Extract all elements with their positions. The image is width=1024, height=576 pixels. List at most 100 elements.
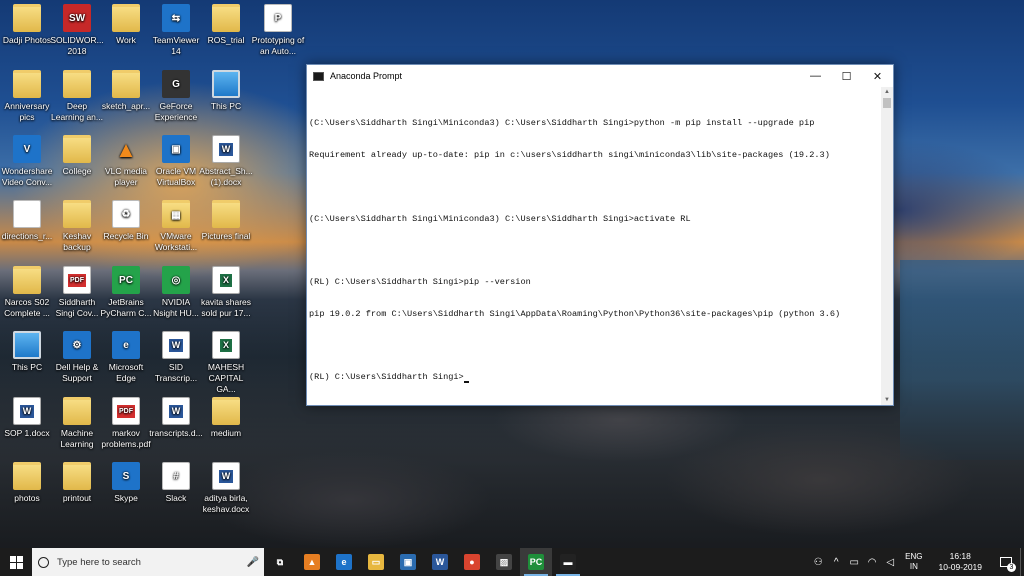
desktop-icon[interactable]: ▣ Oracle VM VirtualBox [149, 135, 203, 188]
desktop-icon[interactable]: W SID Transcrip... [149, 331, 203, 384]
desktop-icon-label: medium [210, 428, 242, 438]
volume-icon[interactable]: ◁ [881, 557, 899, 568]
people-icon[interactable]: ⚇ [809, 557, 827, 568]
minimize-button[interactable]: — [800, 65, 831, 87]
console-line: pip 19.0.2 from C:\Users\Siddharth Singi… [309, 308, 841, 319]
desktop-icon[interactable]: Machine Learning [50, 397, 104, 450]
desktop-icon[interactable]: printout [50, 462, 104, 504]
desktop-icon[interactable]: Wtranscripts.d... [149, 397, 203, 439]
desktop-icon[interactable]: ▲ VLC media player [99, 135, 153, 188]
folder-icon [13, 70, 41, 98]
taskbar-app-button[interactable]: ▨ [488, 548, 520, 576]
desktop-icon[interactable]: Anniversary pics [0, 70, 54, 123]
desktop-icon[interactable]: W Abstract_Sh... (1).docx [199, 135, 253, 188]
battery-icon[interactable]: ▭ [845, 557, 863, 568]
desktop-icon[interactable]: P Prototyping of an Auto... [251, 4, 305, 57]
show-desktop-button[interactable] [1020, 548, 1024, 576]
vlc-icon: ▲ [115, 136, 137, 162]
anaconda-prompt-window[interactable]: Anaconda Prompt — ☐ ✕ (C:\Users\Siddhart… [306, 64, 894, 406]
desktop-icon[interactable]: X MAHESH CAPITAL GA... [199, 331, 253, 395]
scroll-up-arrow-icon[interactable]: ▲ [881, 87, 893, 97]
desktop-icon[interactable]: W SOP 1.docx [0, 397, 54, 439]
task-view-icon: ⧉ [272, 554, 288, 570]
scrollbar-thumb[interactable] [883, 98, 891, 108]
desktop-icon[interactable]: Waditya birla, keshav.docx [199, 462, 253, 515]
desktop-icon[interactable]: Pictures final [199, 200, 253, 242]
action-center-button[interactable]: 3 [992, 548, 1020, 576]
start-button[interactable] [0, 548, 32, 576]
desktop-icon[interactable]: # Slack [149, 462, 203, 504]
desktop-icon[interactable]: ROS_trial [199, 4, 253, 46]
desktop-icon-label: Anniversary pics [4, 101, 50, 122]
taskbar-app-button[interactable]: ⧉ [264, 548, 296, 576]
desktop-icon[interactable]: Deep Learning an... [50, 70, 104, 123]
desktop-icon[interactable]: sketch_apr... [99, 70, 153, 112]
console-output[interactable]: (C:\Users\Siddharth Singi\Miniconda3) C:… [307, 87, 881, 405]
desktop-icon[interactable]: ▦ VMware Workstati... [149, 200, 203, 253]
vmware-icon: ▦ [162, 200, 190, 228]
desktop-icon[interactable]: G GeForce Experience [149, 70, 203, 123]
desktop-icon-label: Keshav backup [62, 231, 92, 252]
folder-icon [63, 200, 91, 228]
desktop-icon[interactable]: Dadji Photos [0, 4, 54, 46]
desktop-icon[interactable]: Work [99, 4, 153, 46]
this-pc-icon [13, 331, 41, 359]
desktop-icon[interactable]: PDF markov problems.pdf [99, 397, 153, 450]
taskbar-search-box[interactable]: Type here to search 🎤 [32, 548, 264, 576]
desktop-icon[interactable]: medium [199, 397, 253, 439]
taskbar: Type here to search 🎤 ⧉ ▲ e ▭ ▣ W ● ▨ PC ▬ ⚇ ^ ▭ … [0, 548, 1024, 576]
folder-icon [13, 266, 41, 294]
desktop-icon[interactable]: V Wondershare Video Conv... [0, 135, 54, 188]
desktop-icon-label: TeamViewer 14 [152, 35, 200, 56]
maximize-button[interactable]: ☐ [831, 65, 862, 87]
desktop-icon[interactable]: S Skype [99, 462, 153, 504]
desktop-icon[interactable]: Keshav backup [50, 200, 104, 253]
desktop-icon[interactable]: Xkavita shares sold pur 17... [199, 266, 253, 319]
language-indicator[interactable]: ENG IN [905, 552, 922, 572]
vertical-scrollbar[interactable]: ▲ ▼ [881, 87, 893, 405]
slack-icon: # [162, 462, 190, 490]
taskbar-app-button[interactable]: e [328, 548, 360, 576]
window-titlebar[interactable]: Anaconda Prompt — ☐ ✕ [307, 65, 893, 87]
folder-icon [112, 70, 140, 98]
word-doc-icon: W [162, 397, 190, 425]
microphone-icon[interactable]: 🎤 [246, 557, 260, 568]
console-prompt-line[interactable]: (RL) C:\Users\Siddharth Singi> [309, 372, 881, 384]
wifi-icon[interactable]: ◠ [863, 557, 881, 568]
desktop-icon[interactable]: directions_r... [0, 200, 54, 242]
photos-icon: ▨ [496, 554, 512, 570]
desktop-icon[interactable]: Narcos S02 Complete ... [0, 266, 54, 319]
taskbar-app-list: ⧉ ▲ e ▭ ▣ W ● ▨ PC ▬ [264, 548, 584, 576]
clock[interactable]: 16:18 10-09-2019 [939, 551, 982, 573]
taskbar-app-button[interactable]: W [424, 548, 456, 576]
vlc-icon: ▲ [304, 554, 320, 570]
taskbar-app-button[interactable]: ▭ [360, 548, 392, 576]
search-icon [38, 556, 49, 568]
desktop-icon[interactable]: ⇆ TeamViewer 14 [149, 4, 203, 57]
taskbar-app-button[interactable]: ▬ [552, 548, 584, 576]
desktop-icon[interactable]: e Microsoft Edge [99, 331, 153, 384]
chevron-up-icon[interactable]: ^ [827, 557, 845, 568]
desktop-icon[interactable]: ♻ Recycle Bin [99, 200, 153, 242]
pdf-icon: PDF [63, 266, 91, 294]
taskbar-app-button[interactable]: PC [520, 548, 552, 576]
desktop-icon-label: Deep Learning an... [51, 101, 103, 122]
desktop-icon[interactable]: PDF Siddharth Singi Cov... [50, 266, 104, 319]
desktop-icon[interactable]: ⚙ Dell Help & Support [50, 331, 104, 384]
taskbar-app-button[interactable]: ▣ [392, 548, 424, 576]
desktop-icon[interactable]: PC JetBrains PyCharm C... [99, 266, 153, 319]
desktop-icon[interactable]: This PC [0, 331, 54, 373]
desktop-icon[interactable]: photos [0, 462, 54, 504]
close-button[interactable]: ✕ [862, 65, 893, 87]
desktop-icon[interactable]: SW SOLIDWOR... 2018 [50, 4, 104, 57]
taskbar-app-button[interactable]: ▲ [296, 548, 328, 576]
language-code: ENG [905, 552, 923, 561]
desktop-icon[interactable]: ◎ NVIDIA Nsight HU... [149, 266, 203, 319]
scroll-down-arrow-icon[interactable]: ▼ [881, 395, 893, 405]
desktop-icon[interactable]: This PC [199, 70, 253, 112]
desktop-icon[interactable]: College [50, 135, 104, 177]
taskbar-app-button[interactable]: ● [456, 548, 488, 576]
wondershare-icon: V [13, 135, 41, 163]
desktop-icon-label: SOP 1.docx [4, 428, 50, 438]
desktop-icon-label: VLC media player [104, 166, 148, 187]
